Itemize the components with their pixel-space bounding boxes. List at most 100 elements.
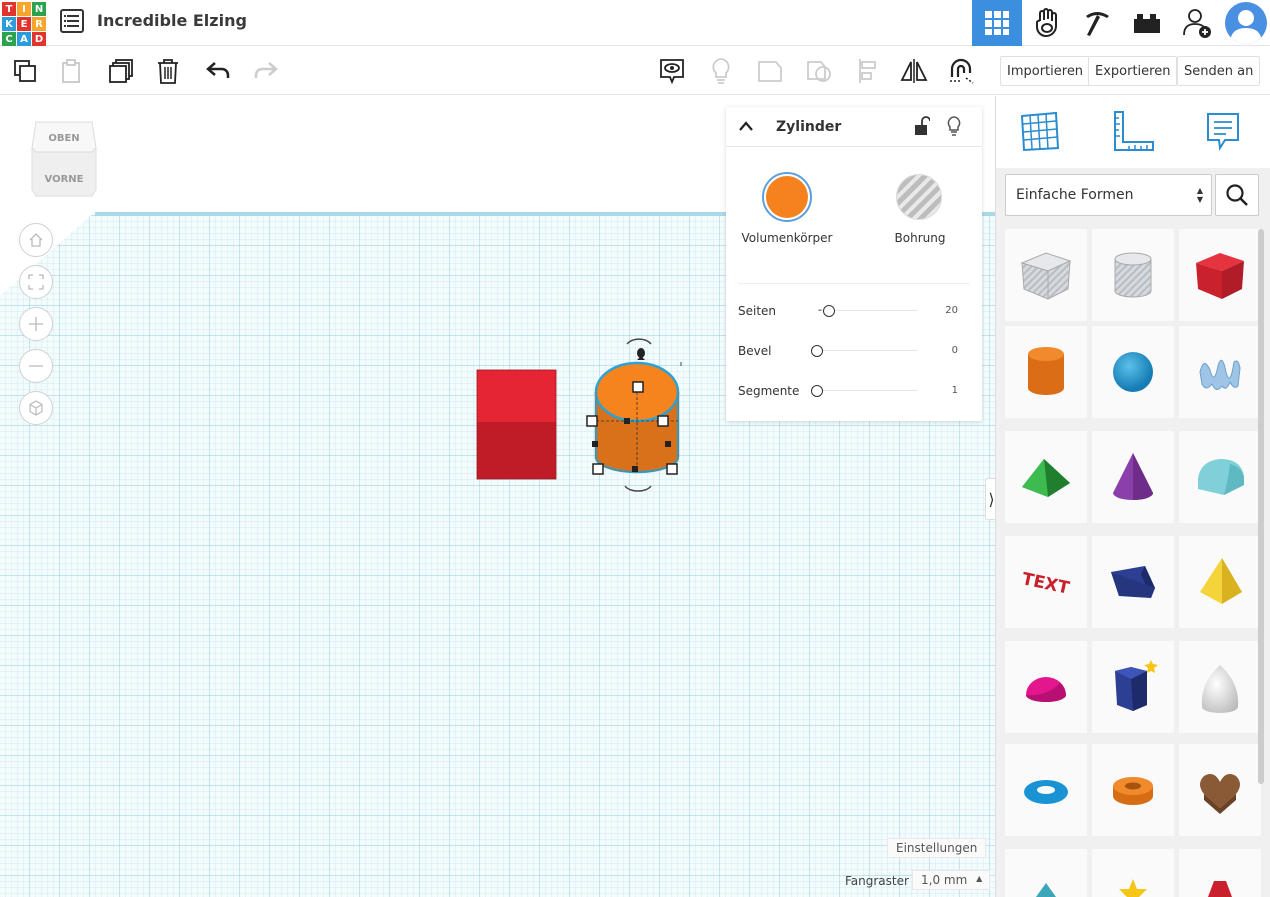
- workplane-icon: [1020, 111, 1060, 152]
- export-button[interactable]: Exportieren: [1088, 56, 1178, 86]
- scribble-icon: [1199, 359, 1241, 390]
- cone-icon: [1113, 453, 1153, 500]
- shape-tile[interactable]: [1005, 431, 1087, 523]
- notes-button[interactable]: [656, 55, 688, 87]
- sidebar-scrollbar[interactable]: [1258, 229, 1264, 784]
- undo-icon: [206, 62, 230, 78]
- slider-value[interactable]: 0: [952, 345, 958, 356]
- slider-value[interactable]: 20: [945, 305, 958, 316]
- shape-tile[interactable]: [1092, 431, 1174, 523]
- notes-tool-button[interactable]: [1199, 108, 1247, 156]
- shape-tile[interactable]: [1179, 536, 1261, 628]
- shape-tile[interactable]: [1179, 744, 1261, 836]
- delete-button[interactable]: [152, 55, 184, 87]
- ungroup-icon: [807, 61, 831, 82]
- view-cube[interactable]: OBEN VORNE: [28, 118, 100, 198]
- blocks-view-button[interactable]: [1022, 0, 1072, 46]
- shape-search-button[interactable]: [1215, 174, 1259, 216]
- shape-tile[interactable]: [1179, 431, 1261, 523]
- solid-option[interactable]: [762, 172, 812, 222]
- align-button[interactable]: [852, 55, 884, 87]
- shape-tile[interactable]: [1005, 229, 1087, 321]
- slider-knob[interactable]: [811, 345, 823, 357]
- shape-tile[interactable]: [1005, 326, 1087, 418]
- shape-tile[interactable]: [1092, 229, 1174, 321]
- shape-tile[interactable]: [1179, 326, 1261, 418]
- slider-value[interactable]: 1: [952, 385, 958, 396]
- import-button[interactable]: Importieren: [1000, 56, 1091, 86]
- invite-user-button[interactable]: [1172, 0, 1222, 46]
- design-list-icon[interactable]: [60, 9, 84, 33]
- pickaxe-icon: [1086, 12, 1109, 36]
- polygon-icon: [1115, 660, 1158, 711]
- shape-tile[interactable]: [1092, 536, 1174, 628]
- shape-tile[interactable]: [1005, 744, 1087, 836]
- paste-icon: [62, 59, 80, 83]
- unlock-icon[interactable]: [912, 116, 930, 136]
- home-view-button[interactable]: [19, 223, 53, 257]
- lightbulb-icon[interactable]: [946, 115, 962, 137]
- minecraft-view-button[interactable]: [1072, 0, 1122, 46]
- ungroup-button[interactable]: [803, 55, 835, 87]
- box-icon: [1196, 253, 1244, 299]
- slider-knob[interactable]: [823, 305, 835, 317]
- segments-slider[interactable]: Segmente 1: [738, 381, 970, 401]
- slider-knob[interactable]: [811, 385, 823, 397]
- shape-tile[interactable]: [1005, 849, 1087, 897]
- pyramid-icon: [1200, 558, 1242, 604]
- light-button[interactable]: [705, 55, 737, 87]
- ruler-tool-button[interactable]: [1109, 108, 1157, 156]
- fit-view-button[interactable]: [19, 265, 53, 299]
- hole-label: Bohrung: [894, 231, 946, 245]
- paste-button[interactable]: [55, 55, 87, 87]
- undo-button[interactable]: [202, 55, 234, 87]
- star-icon: [1119, 879, 1147, 897]
- note-icon: [1207, 113, 1239, 151]
- top-header: T I N K E R C A D Incredible Elzing: [0, 0, 1270, 46]
- document-title[interactable]: Incredible Elzing: [97, 11, 247, 30]
- shape-tile[interactable]: [1179, 849, 1261, 897]
- lego-view-button[interactable]: [1122, 0, 1172, 46]
- slider-track[interactable]: [818, 390, 918, 391]
- shape-tile[interactable]: [1092, 641, 1174, 733]
- shape-tile[interactable]: [1179, 229, 1261, 321]
- perspective-button[interactable]: [19, 391, 53, 425]
- brick-icon: [1134, 14, 1160, 33]
- user-avatar[interactable]: [1222, 0, 1270, 46]
- shape-tile[interactable]: [1092, 744, 1174, 836]
- shape-tile[interactable]: TEXT: [1005, 536, 1087, 628]
- text-icon: TEXT: [1020, 569, 1071, 599]
- avatar-icon: [1225, 2, 1267, 44]
- shapes-sidebar: Einfache Formen ▲ ▼ TEXT: [995, 96, 1270, 897]
- chevron-up-icon[interactable]: [738, 120, 754, 132]
- slider-track[interactable]: [818, 350, 918, 351]
- workplane-tool-button[interactable]: [1016, 108, 1064, 156]
- hole-option[interactable]: [896, 174, 942, 220]
- gem-icon: [1208, 881, 1232, 897]
- bevel-slider[interactable]: Bevel 0: [738, 341, 970, 361]
- sphere-icon: [1113, 352, 1153, 392]
- zoom-in-button[interactable]: [19, 307, 53, 341]
- red-cube-shape: [476, 369, 557, 480]
- group-button[interactable]: [754, 55, 786, 87]
- zoom-out-button[interactable]: [19, 349, 53, 383]
- shape-tile[interactable]: [1092, 849, 1174, 897]
- snap-grid-select[interactable]: 1,0 mm ▲: [912, 870, 991, 890]
- shape-tile[interactable]: [1179, 641, 1261, 733]
- cruise-button[interactable]: [945, 55, 977, 87]
- send-to-button[interactable]: Senden an: [1177, 56, 1261, 86]
- duplicate-button[interactable]: [105, 55, 137, 87]
- copy-button[interactable]: [9, 55, 41, 87]
- tinkercad-logo[interactable]: T I N K E R C A D: [2, 2, 46, 46]
- shape-tile[interactable]: [1092, 326, 1174, 418]
- settings-button[interactable]: Einstellungen: [887, 838, 987, 858]
- mirror-button[interactable]: [898, 55, 930, 87]
- sides-slider[interactable]: Seiten - 20: [738, 301, 970, 321]
- shape-tile[interactable]: [1005, 641, 1087, 733]
- slider-label: Seiten: [738, 304, 777, 318]
- copy-icon: [14, 60, 36, 82]
- 3d-design-view-button[interactable]: [972, 0, 1022, 46]
- half-sphere-icon: [1026, 677, 1066, 702]
- shape-category-select[interactable]: Einfache Formen ▲ ▼: [1005, 174, 1212, 216]
- redo-button[interactable]: [250, 55, 282, 87]
